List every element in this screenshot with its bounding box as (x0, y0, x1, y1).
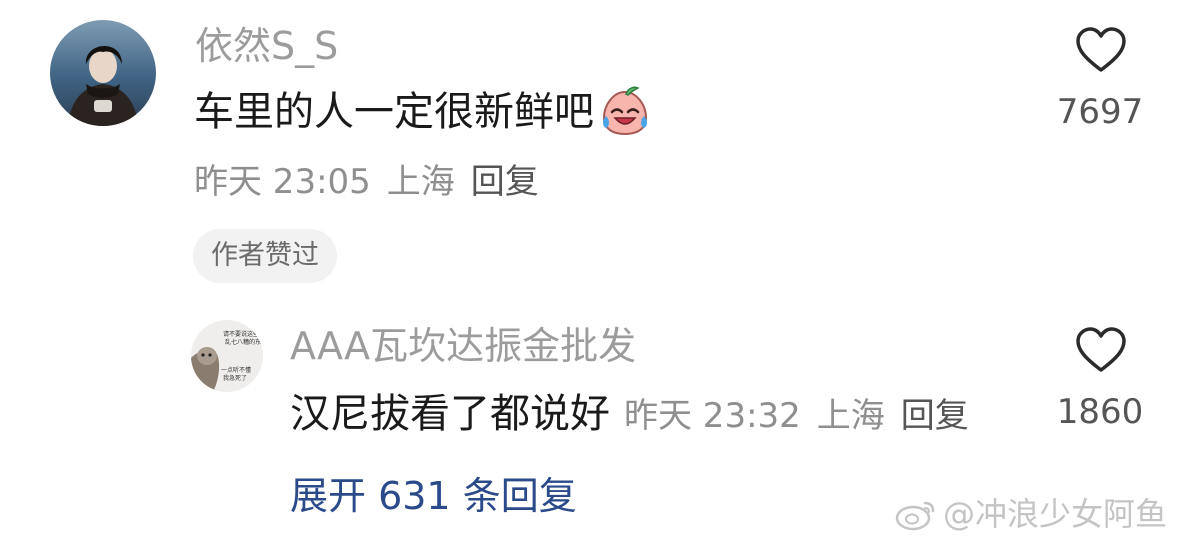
reply-time: 昨天 23:32 (624, 396, 801, 436)
comment-username[interactable]: 依然S_S (195, 22, 338, 70)
comment-location: 上海 (386, 162, 455, 202)
comment-text-row: 车里的人一定很新鲜吧 (194, 86, 652, 138)
heart-icon[interactable] (1075, 326, 1127, 374)
reply-like-count: 1860 (1056, 392, 1144, 432)
comment-text: 车里的人一定很新鲜吧 (194, 89, 594, 135)
expand-replies-button[interactable]: 展开 631 条回复 (290, 472, 577, 520)
reply-text-row: 汉尼拔看了都说好 昨天 23:32 上海 回复 (290, 388, 985, 440)
avatar-caption-line-3: 一点听不懂 (221, 366, 251, 374)
reply-reply-button[interactable]: 回复 (901, 396, 969, 436)
comment-like-count: 7697 (1056, 92, 1144, 132)
watermark: @冲浪少女阿鱼 (895, 494, 1167, 534)
watermark-text: @冲浪少女阿鱼 (942, 495, 1167, 533)
avatar-reply[interactable]: 请不要说这些 乱七八糟的东西 一点听不懂 我急死了 (191, 320, 263, 392)
reply-text: 汉尼拔看了都说好 (290, 391, 610, 437)
heart-icon[interactable] (1075, 26, 1127, 74)
comment-reply-button[interactable]: 回复 (471, 162, 539, 202)
comment-time: 昨天 23:05 (194, 162, 371, 202)
avatar-caption-line-1: 请不要说这些 (223, 330, 259, 338)
crying-laughing-peach-emoji-icon (598, 86, 652, 138)
reply-meta: 昨天 23:32 上海 回复 (624, 394, 985, 438)
avatar-main[interactable] (50, 20, 156, 126)
comment-meta: 昨天 23:05 上海 回复 (194, 160, 555, 204)
weibo-logo-icon (895, 501, 935, 531)
reply-location: 上海 (816, 396, 885, 436)
reply-username[interactable]: AAA瓦坎达振金批发 (290, 322, 636, 370)
author-liked-badge: 作者赞过 (193, 229, 337, 283)
avatar-caption-line-2: 乱七八糟的东西 (225, 338, 263, 346)
avatar-caption-line-4: 我急死了 (223, 374, 247, 382)
